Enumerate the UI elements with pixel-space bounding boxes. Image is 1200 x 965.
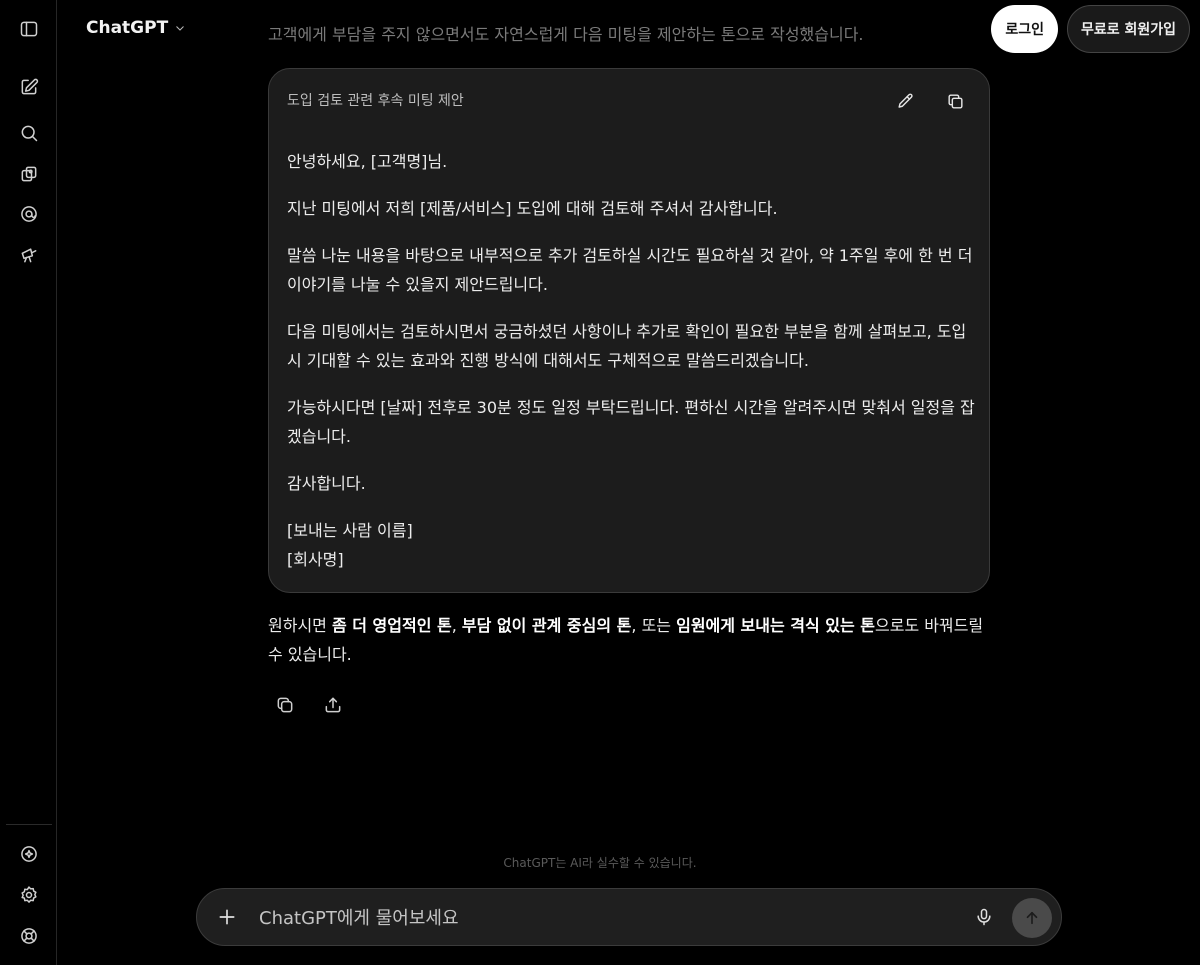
auth-actions: 로그인 무료로 회원가입 xyxy=(991,5,1190,53)
microphone-icon[interactable] xyxy=(970,903,998,931)
composer xyxy=(196,888,1062,946)
help-icon[interactable] xyxy=(10,918,48,954)
new-chat-icon[interactable] xyxy=(10,69,48,105)
model-switcher[interactable]: ChatGPT xyxy=(86,18,186,38)
search-icon[interactable] xyxy=(10,115,48,151)
tone-option-executive: 임원에게 보내는 격식 있는 톤 xyxy=(676,616,876,635)
followup-separator: , xyxy=(451,616,462,635)
signup-button[interactable]: 무료로 회원가입 xyxy=(1066,5,1190,53)
tone-option-sales: 좀 더 영업적인 톤 xyxy=(331,616,452,635)
disclaimer: ChatGPT는 AI라 실수할 수 있습니다. xyxy=(503,856,697,870)
followup-prefix: 원하시면 xyxy=(268,616,332,635)
explore-icon[interactable] xyxy=(10,237,48,273)
copy-message-icon[interactable] xyxy=(272,692,298,718)
signature-name: [보내는 사람 이름] xyxy=(287,521,413,540)
email-draft-card: 도입 검토 관련 후속 미팅 제안 안녕하세요, [고객명]님. 지난 미팅에서… xyxy=(268,68,990,593)
email-paragraph: 말씀 나눈 내용을 바탕으로 내부적으로 추가 검토하실 시간도 필요하실 것 … xyxy=(287,246,973,294)
email-paragraph: 가능하시다면 [날짜] 전후로 30분 정도 일정 부탁드립니다. 편하신 시간… xyxy=(287,398,975,446)
model-name: ChatGPT xyxy=(86,18,169,38)
email-paragraph: 안녕하세요, [고객명]님. xyxy=(287,152,448,171)
signature-company: [회사명] xyxy=(287,550,344,569)
settings-icon[interactable] xyxy=(10,877,48,913)
followup-separator: , 또는 xyxy=(631,616,677,635)
card-title: 도입 검토 관련 후속 미팅 제안 xyxy=(287,93,464,109)
edit-icon[interactable] xyxy=(892,88,918,114)
previous-message-text: 고객에게 부담을 주지 않으면서도 자연스럽게 다음 미팅을 제안하는 톤으로 … xyxy=(268,25,864,44)
sidebar-rail xyxy=(0,0,57,965)
send-button[interactable] xyxy=(1012,898,1052,938)
share-icon[interactable] xyxy=(320,692,346,718)
email-body: 안녕하세요, [고객명]님. 지난 미팅에서 저희 [제품/서비스] 도입에 대… xyxy=(287,147,977,574)
email-paragraph: 다음 미팅에서는 검토하시면서 궁금하셨던 사항이나 추가로 확인이 필요한 부… xyxy=(287,322,967,370)
message-actions xyxy=(272,692,346,718)
rail-divider xyxy=(6,824,52,825)
email-paragraph: 감사합니다. xyxy=(287,474,366,493)
sidebar-toggle-icon[interactable] xyxy=(10,11,48,47)
library-icon[interactable] xyxy=(10,156,48,192)
copy-icon[interactable] xyxy=(942,88,968,114)
followup-message: 원하시면 좀 더 영업적인 톤, 부담 없이 관계 중심의 톤, 또는 임원에게… xyxy=(268,611,988,669)
plus-icon[interactable] xyxy=(213,903,241,931)
arrow-up-icon xyxy=(1026,911,1038,925)
prompt-input[interactable] xyxy=(257,901,941,935)
email-paragraph: 지난 미팅에서 저희 [제품/서비스] 도입에 대해 검토해 주셔서 감사합니다… xyxy=(287,199,778,218)
login-button[interactable]: 로그인 xyxy=(991,5,1058,53)
chevron-down-icon xyxy=(176,26,185,31)
sora-icon[interactable] xyxy=(10,196,48,232)
tone-option-relationship: 부담 없이 관계 중심의 톤 xyxy=(461,616,632,635)
